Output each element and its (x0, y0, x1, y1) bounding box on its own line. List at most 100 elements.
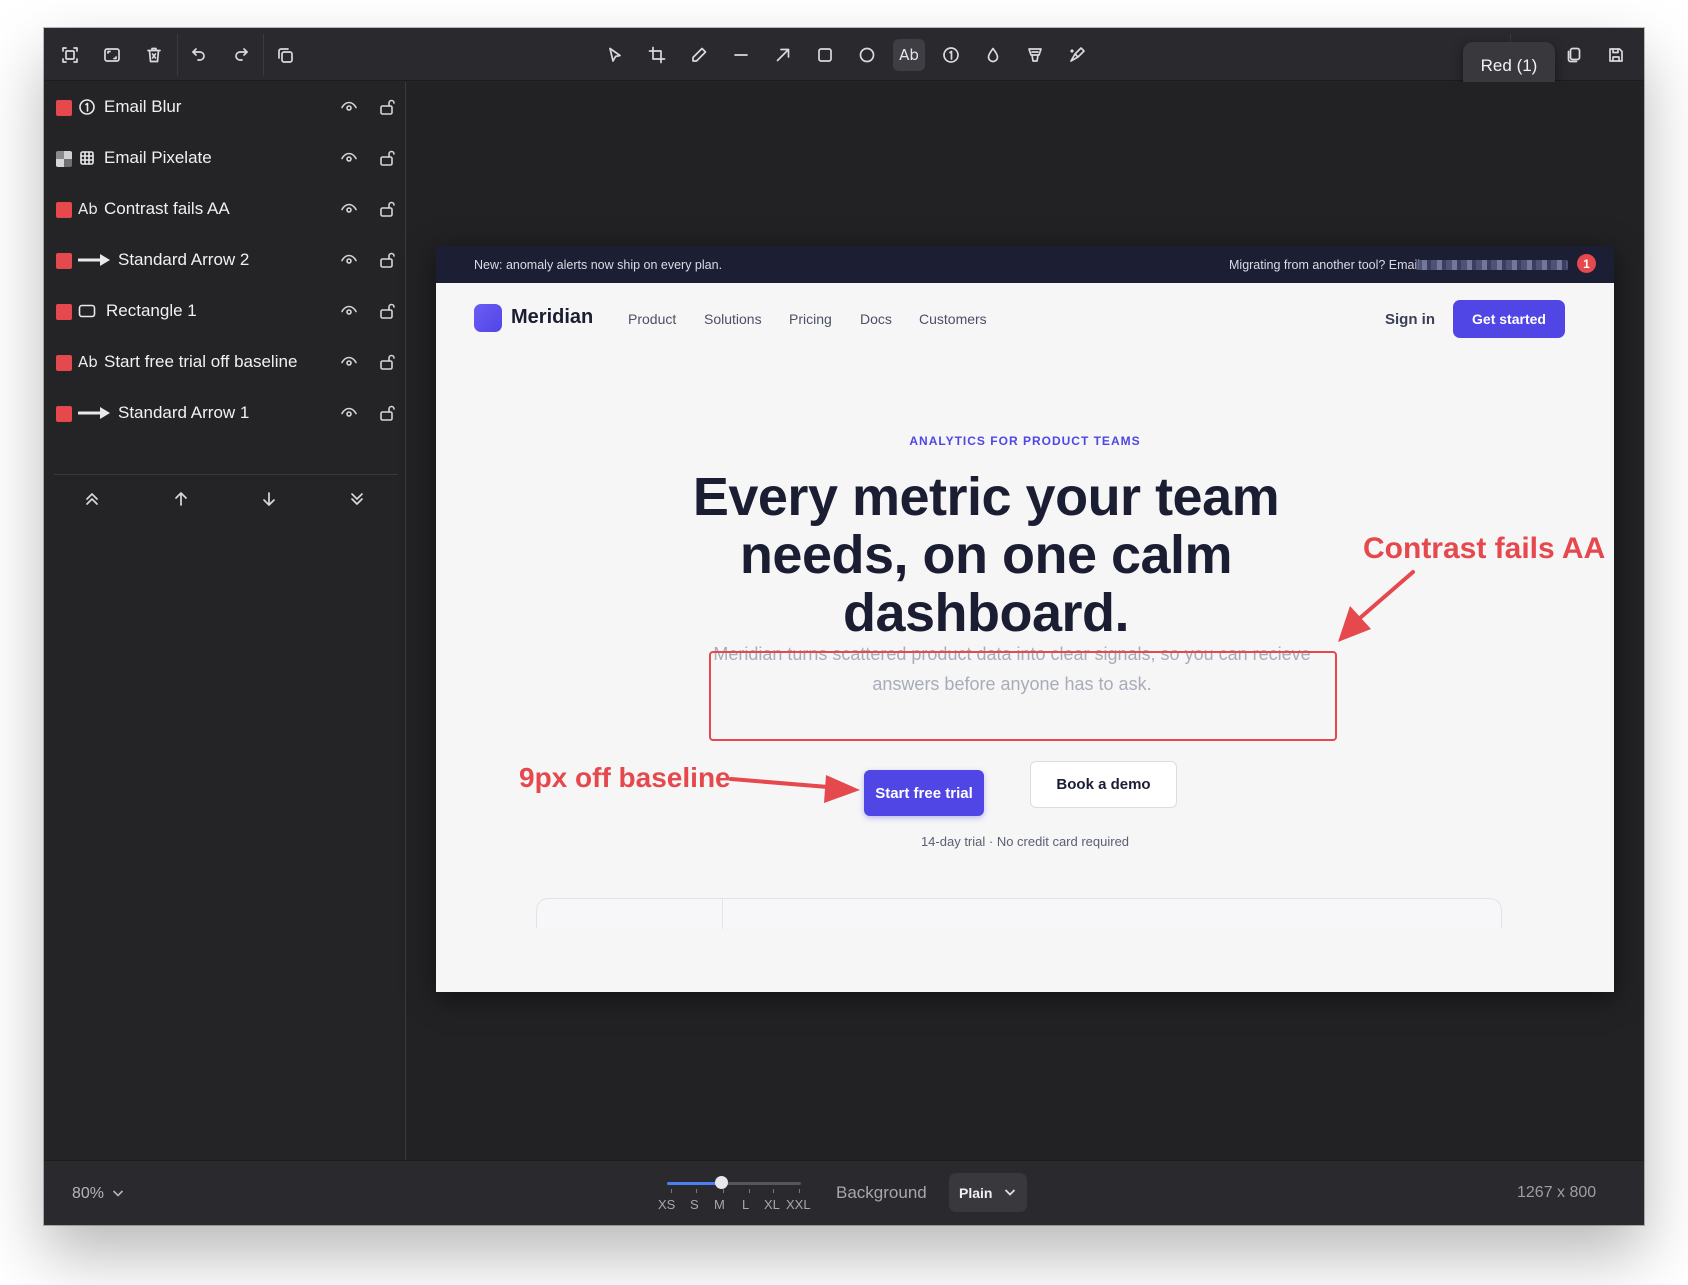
annotation-baseline-label[interactable]: 9px off baseline (519, 762, 731, 794)
eye-icon[interactable] (340, 353, 360, 373)
unlock-icon[interactable] (378, 404, 398, 424)
get-started-button: Get started (1453, 300, 1565, 338)
size-slider-thumb[interactable] (714, 1176, 728, 1189)
pixelate-brush-icon[interactable] (1061, 39, 1093, 71)
ellipse-icon[interactable] (851, 39, 883, 71)
annotation-contrast-label[interactable]: Contrast fails AA (1363, 532, 1605, 566)
layer-color-swatch (56, 253, 72, 269)
layer-color-swatch (56, 355, 72, 371)
toolbar-separator (263, 34, 264, 76)
layer-color-swatch (56, 202, 72, 218)
arrow-icon[interactable] (767, 39, 799, 71)
size-label-xs[interactable]: XS (658, 1197, 675, 1212)
layer-name: Start free trial off baseline (104, 352, 298, 371)
layer-color-swatch (56, 100, 72, 116)
background-value: Plain (959, 1184, 993, 1201)
undo-icon[interactable] (183, 39, 215, 71)
slider-tick (749, 1189, 750, 1193)
banner-email-prompt: Migrating from another tool? Email (1229, 258, 1421, 272)
counter-icon[interactable] (935, 39, 967, 71)
hero-eyebrow: ANALYTICS FOR PRODUCT TEAMS (909, 434, 1141, 448)
pencil-icon[interactable] (683, 39, 715, 71)
layer-name: Email Blur (104, 97, 182, 116)
bring-to-front-icon[interactable] (77, 484, 107, 514)
eye-icon[interactable] (340, 200, 360, 220)
rectangle-icon (78, 300, 96, 322)
layer-name: Rectangle 1 (106, 301, 197, 320)
layer-item-standard-arrow-1[interactable]: Standard Arrow 1 (44, 388, 406, 439)
unlock-icon[interactable] (378, 200, 398, 220)
line-icon[interactable] (725, 39, 757, 71)
size-label-xxl[interactable]: XXL (786, 1197, 811, 1212)
eye-icon[interactable] (340, 98, 360, 118)
layer-item-email-blur[interactable]: Email Blur (44, 82, 406, 133)
size-label-l[interactable]: L (742, 1197, 749, 1212)
hero-headline: Every metric your team needs, on one cal… (692, 467, 1280, 643)
toolbar-separator (177, 34, 178, 76)
size-label-xl[interactable]: XL (764, 1197, 780, 1212)
trial-note: 14-day trial · No credit card required (920, 834, 1130, 849)
eye-icon[interactable] (340, 302, 360, 322)
redo-icon[interactable] (225, 39, 257, 71)
layer-item-standard-arrow-2[interactable]: Standard Arrow 2 (44, 235, 406, 286)
background-select[interactable]: Plain (949, 1173, 1027, 1212)
layer-item-email-pixelate[interactable]: Email Pixelate (44, 133, 406, 184)
logo-icon (474, 304, 502, 332)
pixelate-icon (78, 147, 96, 169)
slider-tick (696, 1189, 697, 1193)
arrow-icon (78, 402, 112, 424)
crop-icon[interactable] (641, 39, 673, 71)
text-icon: Ab (78, 198, 98, 220)
copy-layers-icon[interactable] (269, 39, 301, 71)
layer-color-swatch (56, 304, 72, 320)
top-toolbar: Ab (44, 28, 1644, 81)
layer-item-rectangle-1[interactable]: Rectangle 1 (44, 286, 406, 337)
size-label-s[interactable]: S (690, 1197, 699, 1212)
save-icon[interactable] (1600, 39, 1632, 71)
layer-pixelate-swatch (56, 151, 72, 167)
counter-badge[interactable]: 1 (1577, 254, 1596, 273)
annotation-rectangle[interactable] (709, 651, 1337, 741)
text-icon-label: Ab (78, 200, 98, 218)
slider-tick (723, 1189, 724, 1193)
slider-tick (773, 1189, 774, 1193)
layer-name: Standard Arrow 1 (118, 403, 250, 422)
layer-name: Standard Arrow 2 (118, 250, 250, 269)
screenshot-image[interactable]: New: anomaly alerts now ship on every pl… (436, 246, 1614, 992)
unlock-icon[interactable] (378, 149, 398, 169)
blurred-email (1416, 260, 1568, 270)
text-icon[interactable]: Ab (893, 39, 925, 71)
chevron-down-icon (1004, 1189, 1016, 1196)
select-icon[interactable] (599, 39, 631, 71)
layer-item-contrast-fails-aa[interactable]: Ab Contrast fails AA (44, 184, 406, 235)
text-icon: Ab (78, 351, 98, 373)
background-label: Background (836, 1183, 927, 1202)
layers-sidebar: Email Blur Email Pixelate Ab Contrast fa… (44, 82, 406, 1160)
eye-icon[interactable] (340, 404, 360, 424)
unlock-icon[interactable] (378, 353, 398, 373)
size-label-m[interactable]: M (714, 1197, 725, 1212)
chevron-down-icon (113, 1190, 124, 1197)
move-up-icon[interactable] (166, 484, 196, 514)
zoom-select[interactable]: 80% (72, 1185, 124, 1203)
trash-icon[interactable] (138, 39, 170, 71)
duplicate-icon[interactable] (1558, 39, 1590, 71)
send-to-back-icon[interactable] (342, 484, 372, 514)
eye-icon[interactable] (340, 251, 360, 271)
highlighter-icon[interactable] (1019, 39, 1051, 71)
layer-item-start-free-trial-off-baseline[interactable]: Ab Start free trial off baseline (44, 337, 406, 388)
rectangle-icon[interactable] (809, 39, 841, 71)
text-tool-label: Ab (899, 46, 919, 64)
unlock-icon[interactable] (378, 302, 398, 322)
unlock-icon[interactable] (378, 98, 398, 118)
blur-drop-icon[interactable] (977, 39, 1009, 71)
move-down-icon[interactable] (254, 484, 284, 514)
eye-icon[interactable] (340, 149, 360, 169)
capture-window-icon[interactable] (96, 39, 128, 71)
dashboard-preview-edge (536, 898, 1502, 929)
size-slider-fill (667, 1182, 721, 1185)
unlock-icon[interactable] (378, 251, 398, 271)
image-dimensions: 1267 x 800 (1517, 1184, 1597, 1201)
capture-area-icon[interactable] (54, 39, 86, 71)
layer-name: Contrast fails AA (104, 199, 230, 218)
